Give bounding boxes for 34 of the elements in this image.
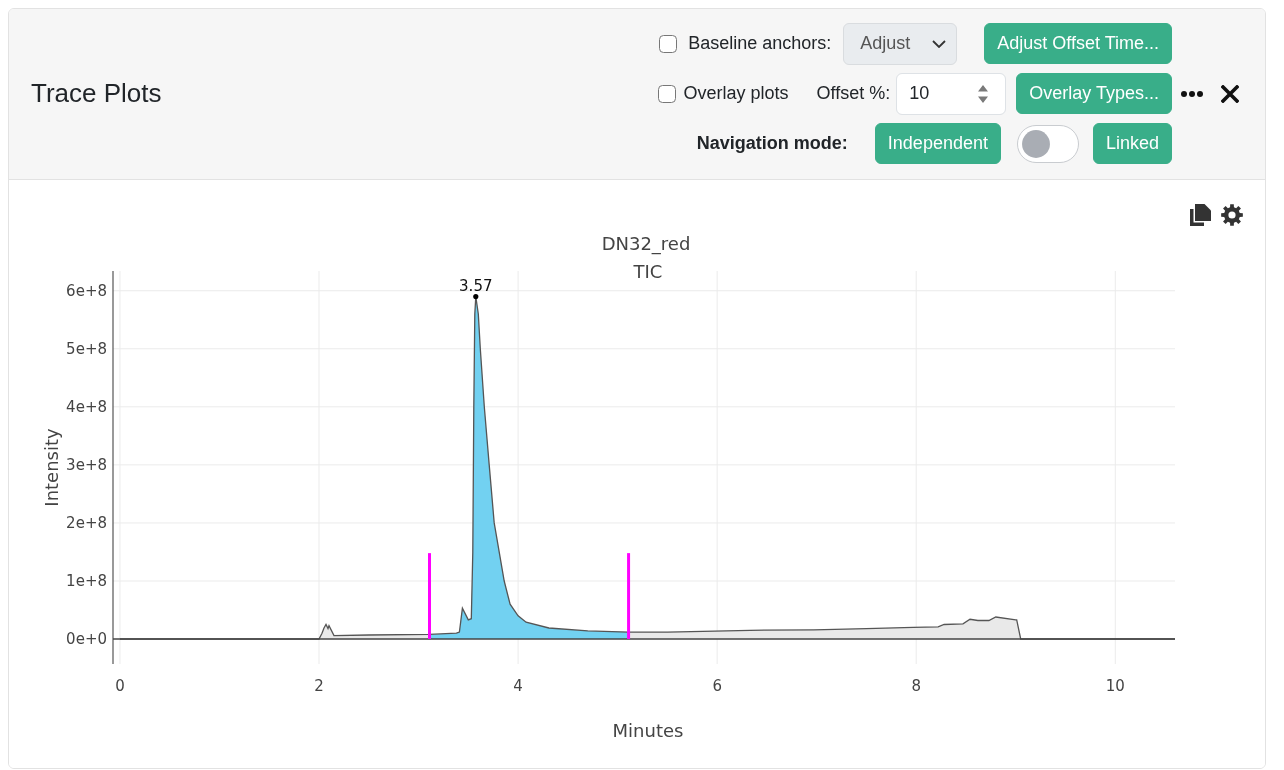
axis-tick-label: 0	[115, 677, 125, 695]
peak-dot-icon	[473, 293, 479, 300]
axis-tick-label: 6e+8	[66, 281, 107, 300]
chart-title: DN32_red	[601, 233, 691, 254]
spinner-icon[interactable]	[978, 84, 989, 103]
checkbox-label[interactable]: Overlay plots	[683, 80, 789, 107]
settings-icon[interactable]	[1221, 204, 1243, 226]
trace-name: TIC	[633, 261, 663, 282]
caret-icon	[932, 39, 947, 48]
offset-label: Offset %:	[816, 82, 891, 105]
panel-title: Trace Plots	[31, 77, 162, 108]
axis-tick-label: 5e+8	[66, 339, 107, 358]
axis-tick-label: 0e+0	[66, 630, 107, 649]
x-axis-title: Minutes	[612, 720, 684, 741]
axis-tick-label: 4e+8	[66, 397, 107, 416]
axis-tick-label: 2	[314, 677, 324, 695]
y-axis-title: Intensity	[41, 428, 62, 507]
copy-icon[interactable]	[1190, 204, 1211, 226]
checkbox[interactable]	[657, 84, 676, 103]
checkbox[interactable]	[659, 34, 678, 53]
axis-tick-label: 10	[1105, 677, 1125, 695]
more-icon[interactable]	[1181, 90, 1203, 97]
toggle-switch[interactable]	[1016, 124, 1079, 163]
axis-tick-label: 1e+8	[66, 572, 107, 590]
axis-tick-label: 6	[712, 677, 722, 695]
axis-tick-label: 3e+8	[66, 455, 107, 474]
close-icon[interactable]	[1221, 84, 1239, 103]
peak-label: 3.57	[459, 276, 493, 295]
checkbox-label[interactable]: Baseline anchors:	[688, 30, 832, 57]
axis-tick-label: 8	[911, 677, 921, 695]
navigation-mode-label: Navigation mode:	[696, 132, 848, 155]
offset-input[interactable]: 10	[896, 72, 1007, 115]
axis-tick-label: 4	[513, 677, 523, 695]
axis-tick-label: 2e+8	[66, 513, 107, 532]
